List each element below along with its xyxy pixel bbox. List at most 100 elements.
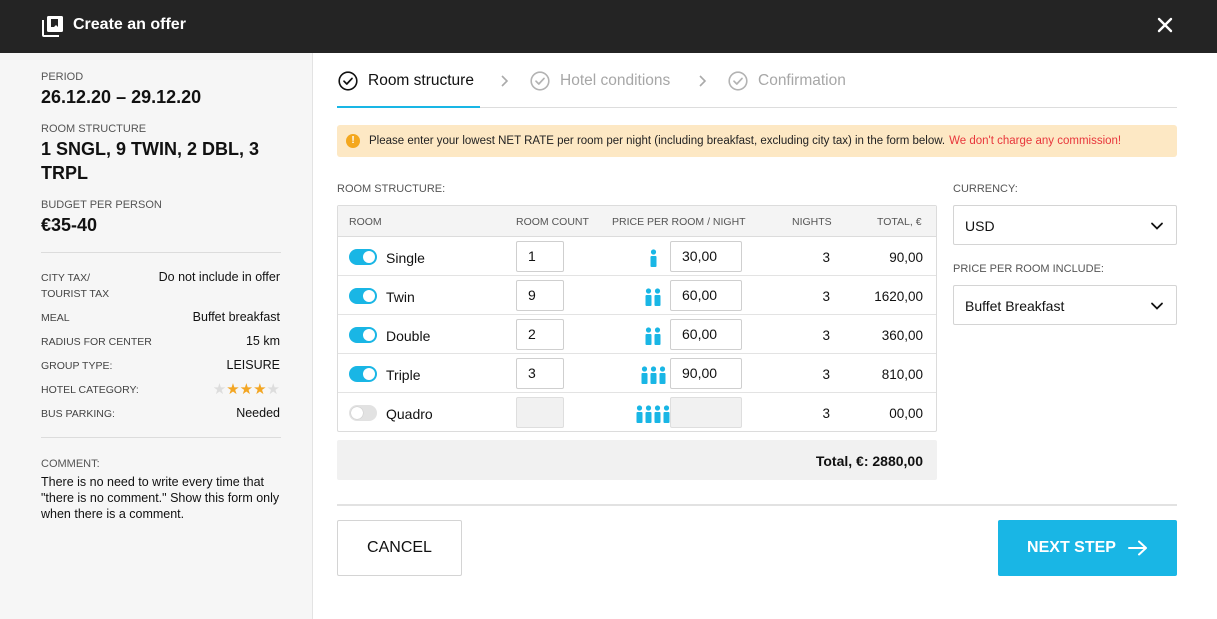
room-structure-line-1: 1 SNGL, 9 TWIN, 2 DBL, 3	[41, 139, 260, 159]
occupancy-people-icon	[641, 364, 666, 384]
room-count-input[interactable]: 9	[516, 280, 564, 311]
room-name: Twin	[386, 289, 415, 305]
room-structure-line-2: TRPL	[41, 163, 88, 183]
table-row: Double 2 60,00 3 360,00	[338, 315, 936, 354]
room-enabled-toggle[interactable]	[349, 288, 377, 304]
meal-value: Buffet breakfast	[192, 310, 280, 324]
group-type-value: LEISURE	[226, 358, 281, 372]
table-total-bar: Total, €: 2880,00	[337, 440, 937, 480]
room-count-input[interactable]: 2	[516, 319, 564, 350]
period-label: PERIOD	[41, 71, 84, 83]
budget-label: BUDGET PER PERSON	[41, 199, 162, 211]
stepper-active-indicator	[337, 106, 480, 108]
room-enabled-toggle[interactable]	[349, 249, 377, 265]
toggle-knob	[363, 251, 375, 263]
header-price: PRICE PER ROOM / NIGHT	[612, 216, 746, 228]
star-icon: ★	[212, 381, 227, 398]
warning-icon: !	[346, 134, 360, 148]
toggle-knob	[363, 290, 375, 302]
meal-label: MEAL	[41, 312, 70, 324]
grand-total: Total, €: 2880,00	[815, 453, 923, 469]
table-row: Twin 9 60,00 3 1620,00	[338, 276, 936, 315]
hotel-category-label: HOTEL CATEGORY:	[41, 384, 139, 396]
star-icon: ★	[239, 381, 254, 398]
room-enabled-toggle[interactable]	[349, 366, 377, 382]
room-name: Quadro	[386, 406, 433, 422]
star-icon: ★	[253, 381, 267, 398]
check-circle-icon	[338, 71, 358, 91]
nights-value: 3	[822, 406, 830, 421]
price-per-night-input[interactable]: 30,00	[670, 241, 742, 272]
copy-stack-icon	[42, 16, 63, 37]
room-count-input[interactable]: 1	[516, 241, 564, 272]
chevron-right-icon	[501, 75, 509, 87]
chevron-down-icon	[1151, 302, 1163, 310]
room-count-input[interactable]: 3	[516, 358, 564, 389]
row-total-value: 90,00	[889, 250, 923, 265]
radius-label: RADIUS FOR CENTER	[41, 336, 152, 348]
step-label: Confirmation	[758, 72, 846, 89]
price-include-label: PRICE PER ROOM INCLUDE:	[953, 263, 1104, 275]
row-total-value: 810,00	[881, 367, 923, 382]
occupancy-people-icon	[650, 247, 657, 267]
room-structure-table: ROOM ROOM COUNT PRICE PER ROOM / NIGHT N…	[337, 205, 937, 432]
step-label: Hotel conditions	[560, 72, 671, 89]
header-nights: NIGHTS	[792, 216, 832, 228]
nights-value: 3	[822, 250, 830, 265]
step-room-structure[interactable]: Room structure	[338, 71, 474, 91]
comment-text: There is no need to write every time tha…	[41, 475, 280, 521]
next-step-button[interactable]: NEXT STEP	[998, 520, 1177, 576]
chevron-right-icon	[699, 75, 707, 87]
bus-parking-value: Needed	[236, 406, 280, 420]
currency-select[interactable]: USD	[953, 205, 1177, 245]
price-per-night-input[interactable]	[670, 397, 742, 428]
toggle-knob	[363, 329, 375, 341]
row-total-value: 00,00	[889, 406, 923, 421]
top-bar: Create an offer	[0, 0, 1217, 53]
close-icon[interactable]	[1155, 15, 1175, 35]
notice-highlight: We don't charge any commission!	[949, 135, 1122, 147]
header-room: ROOM	[349, 216, 382, 228]
room-enabled-toggle[interactable]	[349, 405, 377, 421]
check-circle-icon	[728, 71, 748, 91]
check-circle-icon	[530, 71, 550, 91]
occupancy-people-icon	[645, 325, 661, 345]
room-enabled-toggle[interactable]	[349, 327, 377, 343]
header-total: TOTAL, €	[877, 216, 922, 228]
bus-parking-label: BUS PARKING:	[41, 408, 115, 420]
currency-value: USD	[965, 218, 995, 234]
price-per-night-input[interactable]: 60,00	[670, 319, 742, 350]
chevron-down-icon	[1151, 222, 1163, 230]
occupancy-people-icon	[636, 403, 670, 423]
table-row: Single 1 30,00 3 90,00	[338, 237, 936, 276]
row-total-value: 360,00	[881, 328, 923, 343]
radius-value: 15 km	[245, 334, 280, 348]
step-confirmation[interactable]: Confirmation	[728, 71, 846, 91]
price-per-night-input[interactable]: 90,00	[670, 358, 742, 389]
next-step-label: NEXT STEP	[1027, 539, 1116, 556]
budget-value: €35-40	[41, 215, 98, 235]
price-per-night-input[interactable]: 60,00	[670, 280, 742, 311]
step-label: Room structure	[368, 72, 474, 89]
table-header: ROOM ROOM COUNT PRICE PER ROOM / NIGHT N…	[338, 206, 936, 237]
cancel-button[interactable]: CANCEL	[337, 520, 462, 576]
nights-value: 3	[822, 328, 830, 343]
price-include-value: Buffet Breakfast	[965, 298, 1065, 314]
room-structure-section-label: ROOM STRUCTURE:	[337, 183, 446, 195]
occupancy-people-icon	[645, 286, 661, 306]
arrow-right-icon	[1127, 540, 1147, 556]
step-hotel-conditions[interactable]: Hotel conditions	[530, 71, 670, 91]
room-name: Single	[386, 250, 425, 266]
notice-text: Please enter your lowest NET RATE per ro…	[369, 135, 946, 147]
price-include-select[interactable]: Buffet Breakfast	[953, 285, 1177, 325]
toggle-knob	[351, 407, 363, 419]
offer-summary-sidebar: PERIOD 26.12.20 – 29.12.20 ROOM STRUCTUR…	[0, 53, 313, 619]
nights-value: 3	[822, 289, 830, 304]
city-tax-label-2: TOURIST TAX	[41, 288, 110, 300]
group-type-label: GROUP TYPE:	[41, 360, 113, 372]
comment-label: COMMENT:	[41, 458, 100, 470]
divider	[41, 437, 281, 438]
room-count-input[interactable]	[516, 397, 564, 428]
net-rate-notice: ! Please enter your lowest NET RATE per …	[337, 125, 1177, 157]
star-icon: ★	[226, 381, 240, 398]
